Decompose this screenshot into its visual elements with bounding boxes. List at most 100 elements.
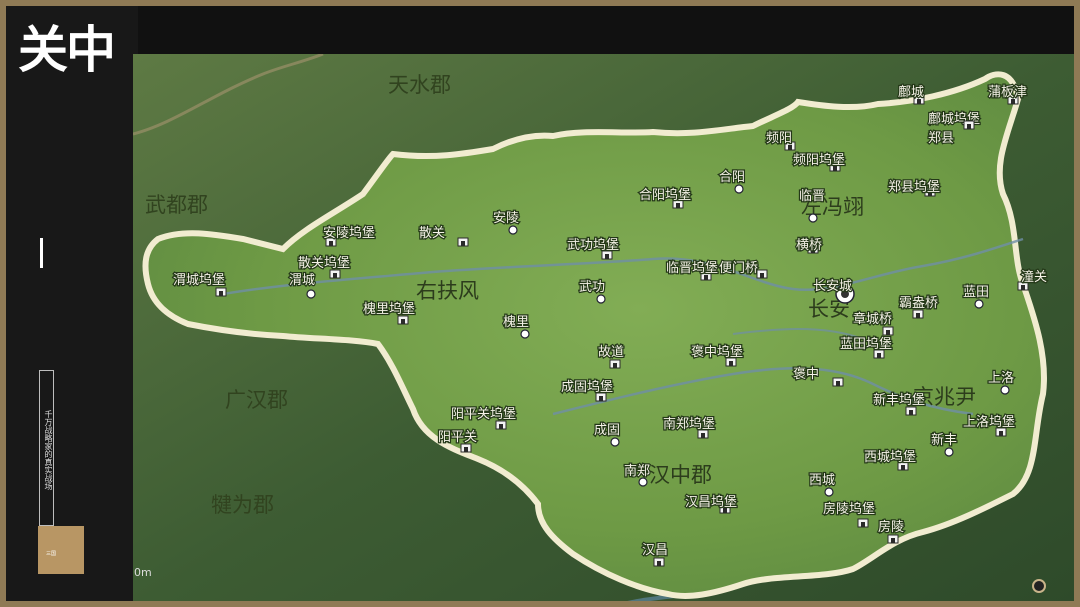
- fort-gate-icon: [1021, 285, 1025, 290]
- fort-gate-icon: [499, 424, 503, 429]
- fort-gate-icon: [891, 538, 895, 543]
- slide-frame: 关中 千万战略家的真实战场 三国 天水郡 武都郡 右扶风 左冯翊 长安 京兆尹 …: [0, 0, 1080, 607]
- place-label: 房陵: [878, 519, 904, 535]
- place-label: 郑县: [928, 131, 954, 146]
- place-marker[interactable]: 郑县坞堡: [887, 178, 941, 197]
- place-label: 便门桥: [719, 261, 758, 276]
- place-label: 安陵: [493, 211, 519, 226]
- place-label: 合阳: [719, 170, 745, 185]
- place-label: 褒中: [793, 367, 819, 382]
- place-label: 临晋坞堡: [666, 260, 718, 276]
- fort-gate-icon: [877, 353, 881, 358]
- place-label: 潼关: [1021, 269, 1047, 285]
- city-icon: [610, 437, 620, 447]
- place-label: 临晋: [799, 189, 825, 204]
- fort-gate-icon: [701, 433, 705, 438]
- fort-gate-icon: [613, 363, 617, 368]
- brand-label: 三国: [46, 551, 57, 557]
- city-icon: [1000, 385, 1010, 395]
- place-label: 章城桥: [853, 311, 892, 327]
- region-label: 武都郡: [145, 193, 208, 217]
- place-label: 槐里坞堡: [363, 301, 415, 317]
- fort-gate-icon: [901, 465, 905, 470]
- place-label: 上洛坞堡: [963, 414, 1015, 430]
- fort-gate-icon: [760, 273, 764, 278]
- place-label: 南郑: [624, 463, 650, 479]
- fort-gate-icon: [599, 396, 603, 401]
- place-label: 渭城: [289, 273, 315, 288]
- place-label: 汉昌: [642, 543, 668, 558]
- region-label: 汉中郡: [649, 463, 712, 487]
- place-label: 西城: [809, 473, 835, 488]
- region-label: 右扶风: [416, 279, 479, 303]
- place-marker[interactable]: 横桥: [795, 237, 824, 255]
- place-label: 房陵坞堡: [823, 501, 875, 517]
- city-icon: [974, 299, 984, 309]
- place-label: 成固坞堡: [561, 379, 613, 395]
- region-label: 天水郡: [388, 73, 451, 97]
- city-icon: [638, 477, 648, 487]
- city-icon: [824, 487, 834, 497]
- place-label: 散关坞堡: [298, 255, 350, 271]
- city-icon: [306, 289, 316, 299]
- city-icon: [520, 329, 530, 339]
- place-label: 汉昌坞堡: [685, 494, 737, 510]
- top-bar: [138, 6, 1074, 54]
- place-label: 安陵坞堡: [323, 225, 375, 241]
- fort-gate-icon: [886, 330, 890, 335]
- fort-gate-icon: [999, 431, 1003, 436]
- brand-tile: 三国: [38, 526, 84, 574]
- scale-tick: 0m: [134, 566, 152, 579]
- place-label: 成固: [594, 423, 620, 438]
- map-canvas[interactable]: 天水郡武都郡右扶风左冯翊长安京兆尹广汉郡汉中郡犍为郡 蒲板津鄜城鄜城坞堡郑县频阳…: [133, 54, 1080, 607]
- map-panel[interactable]: 天水郡 武都郡 右扶风 左冯翊 长安 京兆尹 广汉郡 汉中郡 犍为郡 蒲板津 鄜城 鄜城坞堡 郑县 频阳…: [133, 54, 1080, 607]
- fort-gate-icon: [401, 319, 405, 324]
- place-label: 蓝田坞堡: [840, 336, 892, 352]
- place-label: 上洛: [988, 371, 1014, 386]
- place-label: 武功坞堡: [567, 237, 619, 253]
- place-label: 蒲板津: [988, 85, 1027, 100]
- city-icon: [508, 225, 518, 235]
- place-label: 横桥: [796, 238, 822, 253]
- fort-gate-icon: [464, 447, 468, 452]
- city-icon: [808, 213, 818, 223]
- fort-gate-icon: [836, 381, 840, 386]
- place-label: 槐里: [503, 314, 529, 330]
- place-label: 渭城坞堡: [173, 272, 225, 288]
- fort-gate-icon: [916, 313, 920, 318]
- place-label: 故道: [598, 345, 624, 360]
- place-label: 阳平关坞堡: [451, 406, 516, 422]
- place-label: 频阳坞堡: [793, 152, 845, 168]
- fort-gate-icon: [329, 241, 333, 246]
- city-icon: [734, 184, 744, 194]
- fort-gate-icon: [676, 203, 680, 208]
- city-icon: [596, 294, 606, 304]
- fort-gate-icon: [861, 522, 865, 527]
- city-icon: [944, 447, 954, 457]
- place-label: 褒中坞堡: [691, 344, 743, 360]
- sidebar-mark: [40, 238, 43, 268]
- place-label: 武功: [579, 280, 605, 295]
- compass-icon: [1032, 579, 1046, 593]
- place-label: 阳平关: [438, 430, 477, 445]
- fort-gate-icon: [729, 361, 733, 366]
- place-label: 西城坞堡: [864, 449, 916, 465]
- fort-gate-icon: [657, 561, 661, 566]
- place-label: 蓝田: [963, 285, 989, 300]
- place-label: 鄜城: [898, 84, 924, 100]
- place-label: 新丰: [931, 432, 957, 448]
- place-label: 合阳坞堡: [639, 187, 691, 203]
- fort-gate-icon: [605, 254, 609, 259]
- place-label: 散关: [419, 226, 445, 241]
- place-label: 频阳: [766, 131, 792, 146]
- place-label: 郑县坞堡: [888, 179, 940, 195]
- tagline: 千万战略家的真实战场: [39, 370, 54, 526]
- fort-gate-icon: [333, 273, 337, 278]
- place-label: 南郑坞堡: [663, 416, 715, 432]
- page-title: 关中: [18, 21, 116, 79]
- fort-gate-icon: [461, 241, 465, 246]
- place-label: 新丰坞堡: [873, 392, 925, 408]
- region-label: 犍为郡: [211, 493, 274, 517]
- fort-gate-icon: [219, 291, 223, 296]
- place-label: 长安城: [813, 279, 852, 294]
